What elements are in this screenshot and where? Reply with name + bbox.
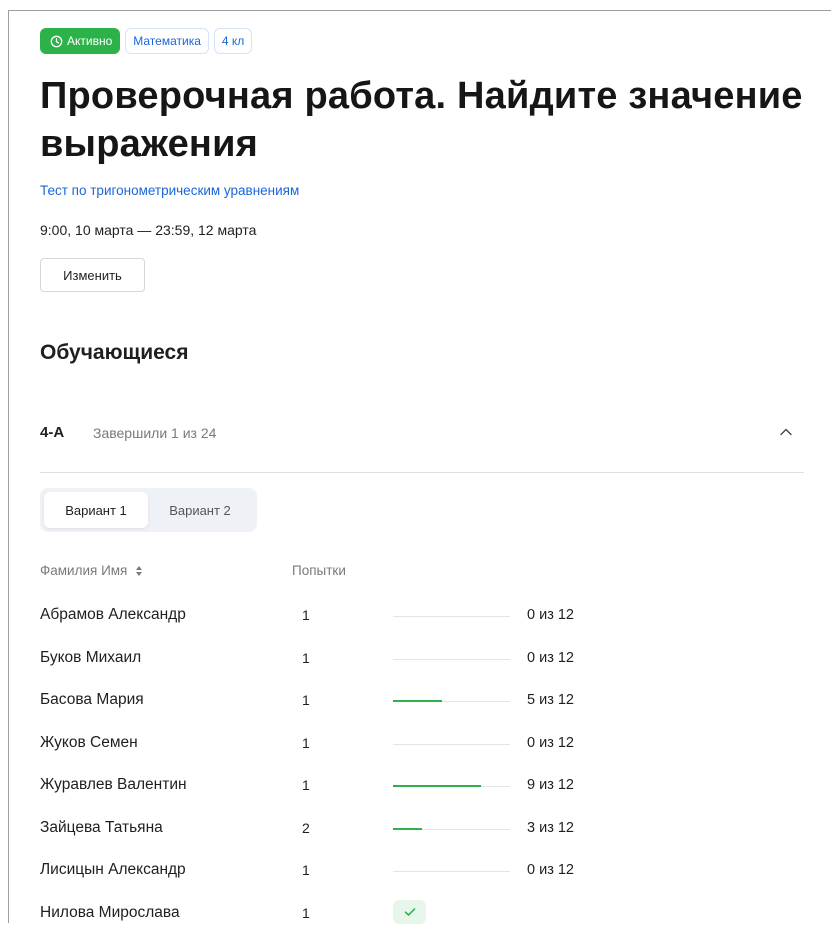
page-title: Проверочная работа. Найдите значение выр…	[40, 75, 803, 165]
table-row[interactable]: Абрамов Александр 1 0 из 12	[40, 604, 810, 646]
student-name: Жуков Семен	[40, 733, 138, 751]
column-header-name-label: Фамилия Имя	[40, 563, 128, 578]
group-name: 4-А	[40, 424, 65, 441]
score-text: 5 из 12	[527, 692, 574, 708]
progress-bar-fill	[393, 785, 481, 787]
attempts-count: 1	[302, 734, 310, 751]
student-name: Журавлев Валентин	[40, 776, 187, 793]
student-name: Абрамов Александр	[40, 606, 186, 623]
progress-bar	[393, 616, 510, 617]
progress-bar	[393, 700, 510, 702]
progress-bar-fill	[393, 700, 442, 702]
table-row[interactable]: Басова Мария 1 5 из 12	[40, 689, 810, 731]
group-header[interactable]: 4-А Завершили 1 из 24	[40, 420, 804, 450]
progress-bar	[393, 785, 510, 787]
score-text: 0 из 12	[527, 607, 574, 623]
score-text: 9 из 12	[527, 777, 574, 793]
score-text: 0 из 12	[527, 734, 574, 751]
table-row[interactable]: Лисицын Александр 1 0 из 12	[40, 859, 810, 901]
score-text: 3 из 12	[527, 819, 574, 836]
subject-badge: Математика	[125, 28, 209, 54]
tab-variant-2[interactable]: Вариант 2	[148, 492, 252, 528]
score-text: 0 из 12	[527, 862, 574, 878]
student-name: Лисицын Александр	[40, 861, 186, 878]
student-name: Буков Михаил	[40, 648, 142, 666]
attempts-count: 1	[302, 862, 310, 878]
column-header-attempts: Попытки	[292, 563, 346, 578]
attempts-count: 1	[302, 607, 310, 623]
table-row[interactable]: Буков Михаил 1 0 из 12	[40, 647, 810, 689]
table-row[interactable]: Жуков Семен 1 0 из 12	[40, 732, 810, 774]
attempts-count: 2	[302, 819, 310, 836]
tab-variant-1[interactable]: Вариант 1	[44, 492, 148, 528]
attempts-count: 1	[302, 692, 310, 708]
completed-check-badge	[393, 899, 426, 924]
date-range: 9:00, 10 марта — 23:59, 12 марта	[40, 222, 257, 238]
sort-icon[interactable]	[135, 565, 143, 577]
group-completion-status: Завершили 1 из 24	[93, 425, 217, 441]
progress-bar	[393, 871, 510, 872]
table-row[interactable]: Зайцева Татьяна 2 3 из 12	[40, 817, 810, 859]
student-name: Зайцева Татьяна	[40, 818, 163, 836]
variant-switcher: Вариант 1 Вариант 2	[40, 488, 257, 532]
students-section-title: Обучающиеся	[40, 341, 189, 364]
edit-button[interactable]: Изменить	[40, 258, 145, 292]
check-icon	[404, 907, 415, 916]
test-link[interactable]: Тест по тригонометрическим уравнениям	[40, 183, 299, 198]
status-badge-label: Активно	[67, 34, 113, 48]
attempts-count: 1	[302, 777, 310, 793]
student-name: Басова Мария	[40, 691, 144, 708]
progress-bar-fill	[393, 827, 422, 830]
chevron-up-icon[interactable]	[776, 422, 796, 442]
group-divider	[40, 472, 804, 473]
score-text: 0 из 12	[527, 649, 574, 666]
clock-icon	[50, 35, 63, 47]
attempts-count: 1	[302, 904, 310, 921]
status-badge: Активно	[40, 28, 121, 54]
student-name: Нилова Мирослава	[40, 903, 180, 921]
progress-bar	[393, 658, 510, 660]
badge-row: Активно Математика 4 кл	[40, 28, 253, 54]
table-row[interactable]: Журавлев Валентин 1 9 из 12	[40, 774, 810, 816]
progress-bar	[393, 827, 510, 830]
column-header-name[interactable]: Фамилия Имя	[40, 563, 143, 578]
grade-badge: 4 кл	[213, 28, 253, 54]
progress-bar	[393, 743, 510, 745]
attempts-count: 1	[302, 649, 310, 666]
